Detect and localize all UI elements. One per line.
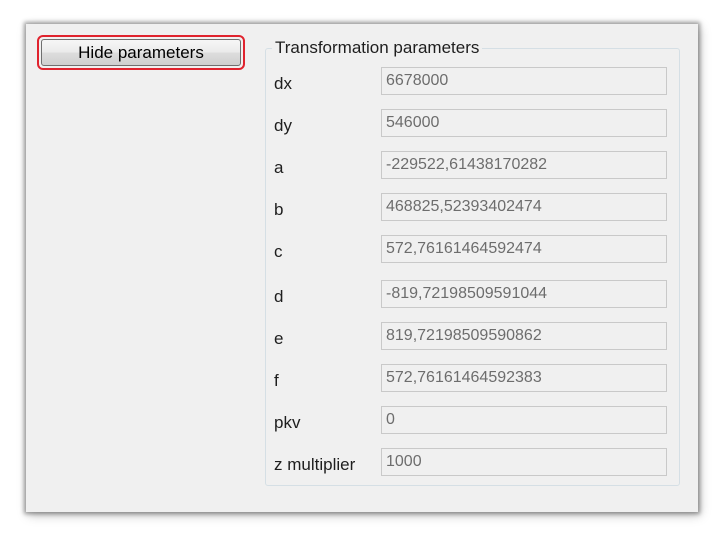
param-field-b[interactable]: 468825,52393402474 xyxy=(381,193,667,221)
param-field-z-multiplier[interactable]: 1000 xyxy=(381,448,667,476)
param-field-c[interactable]: 572,76161464592474 xyxy=(381,235,667,263)
param-label-b: b xyxy=(274,200,284,219)
hide-parameters-button[interactable]: Hide parameters xyxy=(37,35,245,70)
param-field-dy[interactable]: 546000 xyxy=(381,109,667,137)
param-label-dy: dy xyxy=(274,116,292,135)
param-label-f: f xyxy=(274,371,279,390)
hide-parameters-button-label[interactable]: Hide parameters xyxy=(41,39,241,66)
param-label-d: d xyxy=(274,287,284,306)
parameters-window: Hide parameters Transformation parameter… xyxy=(26,24,698,512)
param-field-d[interactable]: -819,72198509591044 xyxy=(381,280,667,308)
param-label-z-multiplier: z multiplier xyxy=(274,455,356,474)
param-field-dx[interactable]: 6678000 xyxy=(381,67,667,95)
group-title: Transformation parameters xyxy=(272,38,483,58)
param-label-dx: dx xyxy=(274,74,292,93)
param-field-pkv[interactable]: 0 xyxy=(381,406,667,434)
param-field-e[interactable]: 819,72198509590862 xyxy=(381,322,667,350)
screenshot-stage: Hide parameters Transformation parameter… xyxy=(0,0,728,536)
param-field-f[interactable]: 572,76161464592383 xyxy=(381,364,667,392)
param-label-a: a xyxy=(274,158,284,177)
param-field-a[interactable]: -229522,61438170282 xyxy=(381,151,667,179)
param-label-pkv: pkv xyxy=(274,413,301,432)
param-label-e: e xyxy=(274,329,284,348)
param-label-c: c xyxy=(274,242,283,261)
